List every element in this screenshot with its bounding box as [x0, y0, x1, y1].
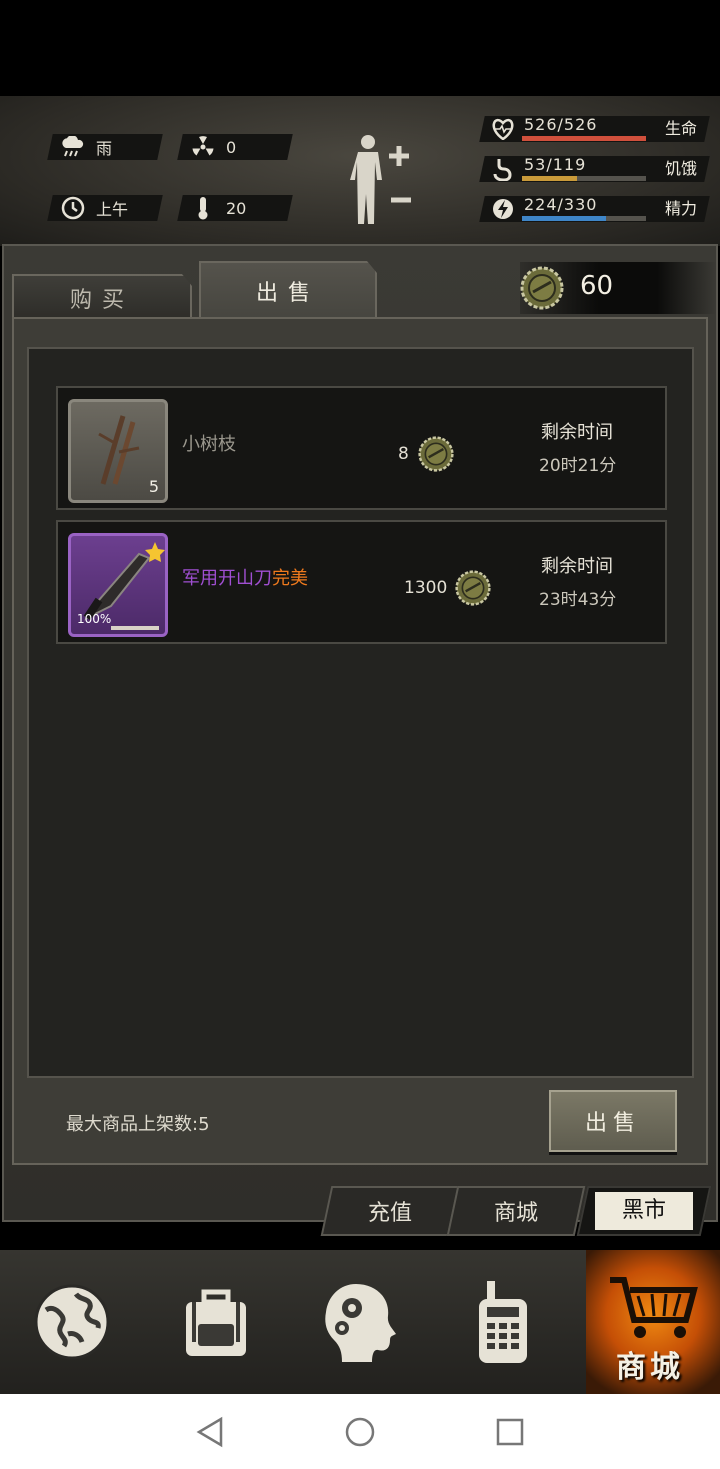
status-bar	[0, 0, 720, 96]
bottle-cap-icon	[520, 266, 564, 310]
backpack-icon	[186, 1289, 246, 1356]
energy-stat: 224/330 精力	[479, 194, 710, 224]
radiation-icon	[190, 134, 216, 160]
energy-label: 精力	[664, 199, 697, 218]
head-gears-icon	[325, 1284, 396, 1362]
back-button[interactable]	[190, 1412, 230, 1452]
walkie-talkie-icon	[479, 1281, 527, 1363]
listing-item[interactable]: 5 小树枝 8 剩余时间 20时21分	[56, 386, 667, 510]
item-quality: 完美	[272, 568, 308, 589]
time-indicator: 上午	[60, 195, 128, 221]
nav-world[interactable]	[0, 1250, 144, 1394]
nav-backpack[interactable]	[144, 1250, 288, 1394]
tab-buy-label: 购买	[69, 288, 134, 313]
hunger-label: 饥饿	[664, 159, 697, 178]
item-price: 8	[398, 436, 454, 472]
stomach-icon	[490, 156, 516, 182]
tab-black-market[interactable]: 黑市	[576, 1186, 712, 1236]
radiation-indicator: 0	[190, 134, 236, 160]
back-triangle-icon	[196, 1416, 223, 1448]
clock-icon	[60, 195, 86, 221]
tab-mall-label: 商城	[493, 1201, 538, 1226]
time-remaining-value: 23时43分	[539, 590, 617, 610]
body-status-button[interactable]	[345, 132, 417, 228]
hunger-stat: 53/119 饥饿	[479, 154, 710, 184]
item-quantity: 5	[148, 477, 159, 496]
weather-indicator: 雨	[60, 134, 112, 160]
health-value: 526/526	[524, 115, 598, 134]
nav-shop[interactable]: 商城	[586, 1250, 720, 1394]
energy-value: 224/330	[524, 195, 598, 214]
weather-text: 雨	[96, 139, 113, 158]
item-price: 1300	[404, 570, 491, 606]
tab-black-market-label: 黑市	[595, 1192, 693, 1230]
body-figure-icon	[350, 135, 411, 224]
energy-bar	[522, 216, 607, 221]
health-label: 生命	[664, 119, 697, 138]
bottle-cap-icon	[455, 570, 491, 606]
item-thumbnail: 100%	[68, 533, 168, 637]
nav-radio[interactable]	[432, 1250, 576, 1394]
bottom-nav: 商城	[0, 1250, 720, 1394]
tab-mall[interactable]: 商城	[446, 1186, 586, 1236]
rain-cloud-icon	[60, 134, 86, 160]
tab-sell[interactable]: 出售	[199, 261, 377, 319]
health-stat: 526/526 生命	[479, 114, 710, 144]
time-remaining-label: 剩余时间	[541, 422, 613, 443]
time-text: 上午	[96, 200, 129, 219]
thermometer-icon	[190, 195, 216, 221]
radiation-value: 0	[226, 137, 237, 157]
nav-skills[interactable]	[288, 1250, 432, 1394]
twig-icon	[98, 415, 140, 485]
item-durability: 100%	[77, 612, 112, 626]
tab-sell-label: 出售	[255, 281, 320, 306]
nav-shop-label: 商城	[616, 1350, 684, 1385]
tab-recharge[interactable]: 充值	[320, 1186, 460, 1236]
hud-panel: 雨 0 上午 20 526/526 生命 53/119 饥饿 224/330 精…	[0, 96, 720, 246]
heart-icon	[490, 116, 516, 142]
temperature-value: 20	[226, 198, 247, 218]
globe-icon	[34, 1284, 110, 1360]
recents-square-icon	[496, 1418, 524, 1446]
hunger-value: 53/119	[524, 155, 587, 174]
sell-button-label: 出售	[584, 1111, 641, 1136]
energy-icon	[490, 196, 516, 222]
time-remaining-label: 剩余时间	[541, 556, 613, 577]
tab-recharge-label: 充值	[367, 1201, 412, 1226]
health-bar	[522, 136, 646, 141]
time-remaining-value: 20时21分	[539, 456, 617, 476]
recents-button[interactable]	[490, 1412, 530, 1452]
sell-button[interactable]: 出售	[549, 1090, 677, 1152]
item-thumbnail: 5	[68, 399, 168, 503]
durability-bar	[111, 626, 159, 630]
bottle-cap-icon	[418, 436, 454, 472]
currency-amount: 60	[580, 271, 614, 301]
currency-display: 60	[520, 262, 716, 314]
tab-buy[interactable]: 购买	[12, 274, 192, 320]
home-circle-icon	[345, 1417, 375, 1447]
home-button[interactable]	[340, 1412, 380, 1452]
system-navigation-bar	[0, 1394, 720, 1469]
temperature-indicator: 20	[190, 195, 246, 221]
item-name: 小树枝	[182, 434, 236, 455]
item-name: 军用开山刀完美	[182, 568, 308, 589]
max-listings-text: 最大商品上架数:5	[66, 1114, 210, 1135]
hunger-bar	[522, 176, 578, 181]
listing-item[interactable]: 100% 军用开山刀完美 1300 剩余时间 23时43分	[56, 520, 667, 644]
shopping-cart-icon	[610, 1277, 698, 1338]
